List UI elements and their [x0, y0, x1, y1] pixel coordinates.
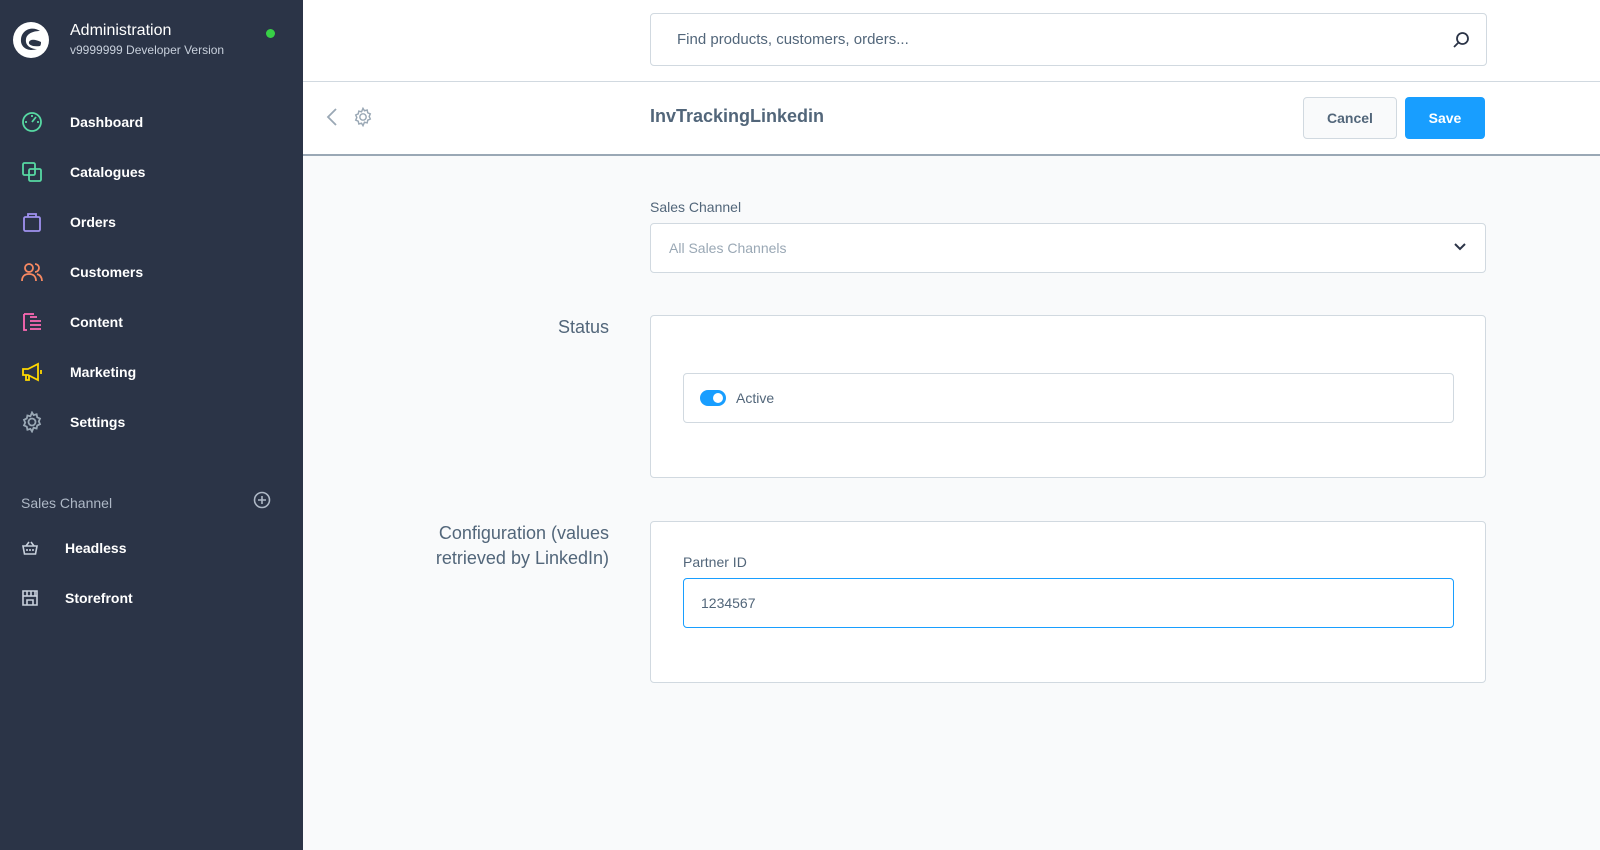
gear-icon — [20, 410, 44, 434]
partner-id-label: Partner ID — [683, 554, 747, 570]
sales-channel-header-label: Sales Channel — [21, 494, 113, 511]
sidebar-item-label: Dashboard — [70, 114, 144, 130]
sales-channel-item-headless[interactable]: Headless — [0, 523, 303, 573]
sales-channel-label: Storefront — [65, 590, 133, 606]
sidebar-item-dashboard[interactable]: Dashboard — [0, 97, 303, 147]
page-title: InvTrackingLinkedin — [650, 106, 825, 126]
sales-channel-label: Headless — [65, 540, 127, 556]
configuration-title-line2: retrieved by LinkedIn) — [435, 548, 609, 568]
sales-channel-header: Sales Channel — [21, 491, 271, 514]
sidebar-item-label: Orders — [70, 214, 116, 230]
orders-bag-icon — [20, 210, 44, 234]
sidebar-item-label: Settings — [70, 414, 126, 430]
sales-channel-select-value: All Sales Channels — [669, 240, 787, 256]
toggle-knob — [713, 393, 723, 403]
active-toggle-switch[interactable] — [700, 390, 726, 406]
save-button[interactable]: Save — [1405, 97, 1485, 139]
app-version: v9999999 Developer Version — [70, 43, 225, 57]
status-section-title-text: Status — [557, 317, 609, 337]
sidebar-item-orders[interactable]: Orders — [0, 197, 303, 247]
search-input[interactable] — [651, 14, 1436, 65]
sales-channel-label: Sales Channel — [650, 199, 742, 215]
sales-channel-item-storefront[interactable]: Storefront — [0, 573, 303, 623]
smart-bar: InvTrackingLinkedin Cancel Save — [303, 82, 1600, 156]
megaphone-icon — [20, 360, 44, 384]
sidebar-item-content[interactable]: Content — [0, 297, 303, 347]
app-title: Administration — [70, 22, 172, 39]
sidebar-item-settings[interactable]: Settings — [0, 397, 303, 447]
customers-icon — [20, 260, 44, 284]
cancel-button[interactable]: Cancel — [1303, 97, 1397, 139]
dashboard-icon — [20, 110, 44, 134]
sales-channel-select[interactable]: All Sales Channels — [650, 223, 1486, 273]
status-section-title: Status — [558, 315, 609, 340]
sidebar: Administration v9999999 Developer Versio… — [0, 0, 303, 850]
top-bar — [303, 0, 1600, 82]
status-dot — [266, 29, 275, 38]
catalogue-icon — [20, 160, 44, 184]
sidebar-item-label: Content — [70, 314, 123, 330]
sidebar-item-label: Marketing — [70, 364, 137, 380]
main-nav: Dashboard Catalogues Orders Customers Co… — [0, 97, 303, 447]
settings-gear-icon[interactable] — [353, 106, 373, 132]
sidebar-item-marketing[interactable]: Marketing — [0, 347, 303, 397]
active-toggle-label: Active — [736, 390, 775, 406]
configuration-title-line1: Configuration (values — [438, 523, 609, 543]
sidebar-item-label: Customers — [70, 264, 144, 280]
search-icon[interactable] — [1436, 31, 1486, 49]
configuration-section-title: Configuration (values retrieved by Linke… — [436, 521, 609, 571]
sidebar-item-customers[interactable]: Customers — [0, 247, 303, 297]
content-icon — [20, 310, 44, 334]
shopware-logo-icon — [13, 21, 49, 58]
back-arrow-icon[interactable] — [325, 107, 341, 132]
basket-icon — [20, 538, 40, 558]
global-search — [650, 13, 1487, 66]
active-toggle-field: Active — [683, 373, 1454, 423]
storefront-icon — [20, 588, 40, 608]
chevron-down-icon — [1453, 239, 1467, 257]
configuration-card: Partner ID — [650, 521, 1486, 683]
sidebar-item-catalogues[interactable]: Catalogues — [0, 147, 303, 197]
sales-channel-list: Headless Storefront — [0, 523, 303, 623]
status-card: Active — [650, 315, 1486, 478]
partner-id-input[interactable] — [683, 578, 1454, 628]
add-sales-channel-icon[interactable] — [253, 491, 271, 514]
brand[interactable]: Administration v9999999 Developer Versio… — [13, 21, 224, 58]
sidebar-item-label: Catalogues — [70, 164, 146, 180]
